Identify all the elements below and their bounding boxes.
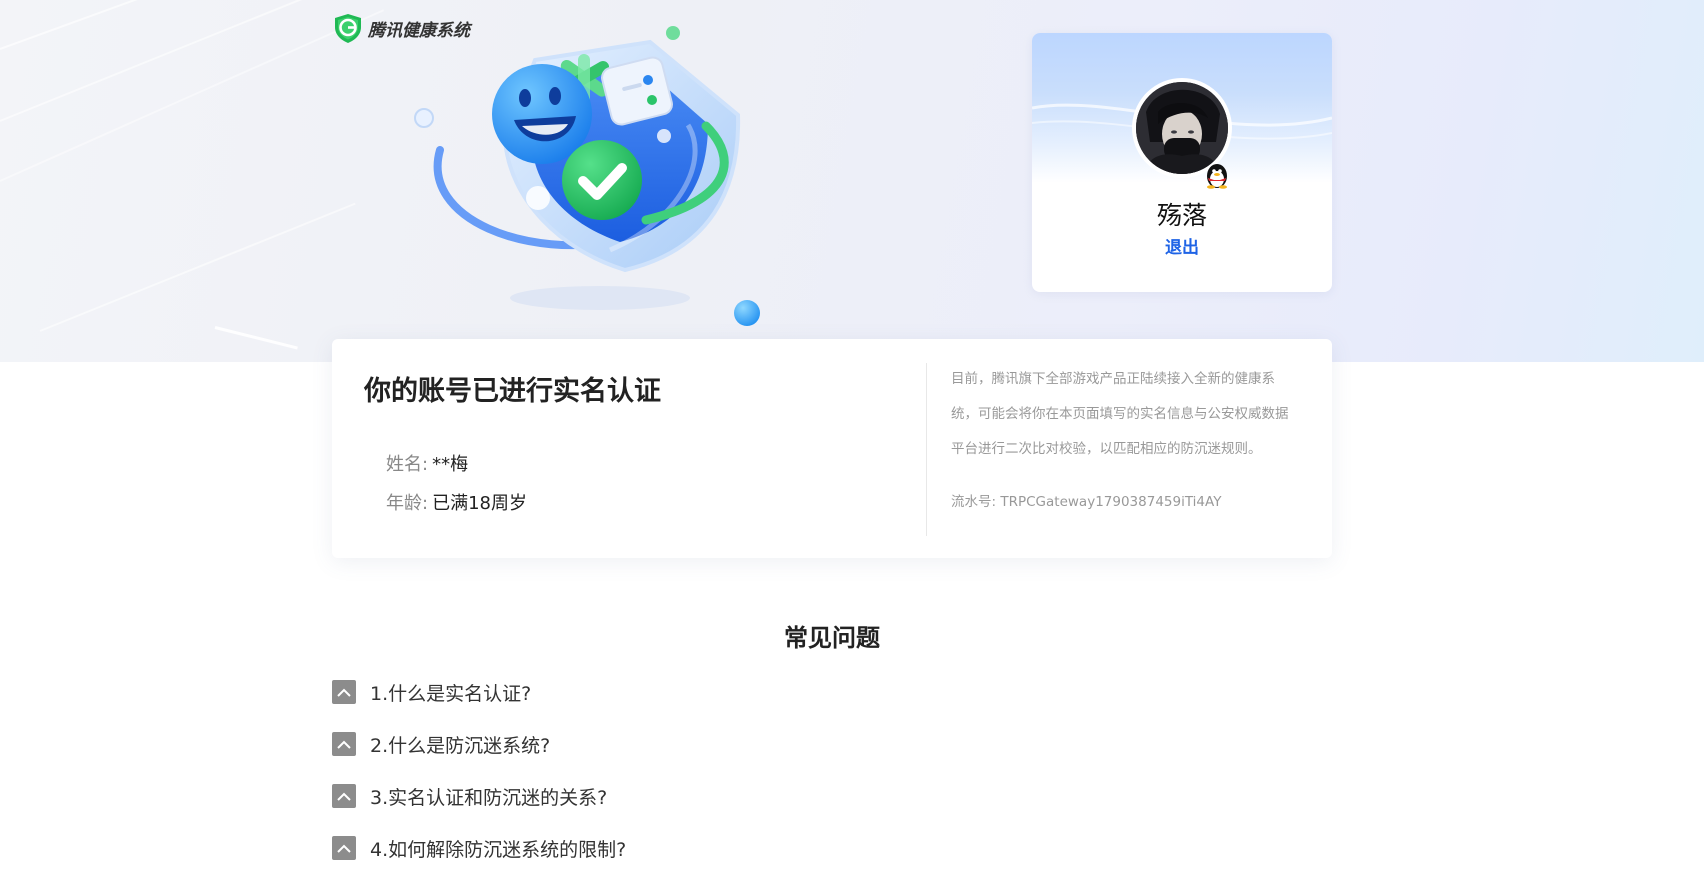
chevron-up-icon[interactable] — [332, 784, 356, 808]
hero-banner: 腾讯健康系统 — [0, 0, 1704, 362]
serial-value: TRPCGateway1790387459iTi4AY — [1000, 494, 1222, 510]
decor-streak — [39, 202, 356, 332]
qq-penguin-icon — [1207, 164, 1227, 189]
verification-title: 你的账号已进行实名认证 — [364, 376, 661, 407]
faq-title: 常见问题 — [784, 624, 880, 652]
faq-item[interactable]: 2.什么是防沉迷系统? — [332, 731, 550, 757]
shield-logo-icon — [335, 14, 361, 43]
age-value: 已满18周岁 — [432, 493, 527, 514]
decor-streak — [0, 0, 335, 122]
age-row: 年龄: 已满18周岁 — [386, 489, 527, 515]
chevron-up-icon[interactable] — [332, 680, 356, 704]
chevron-up-icon[interactable] — [332, 836, 356, 860]
logout-link[interactable]: 退出 — [1032, 233, 1332, 258]
faq-question: 2.什么是防沉迷系统? — [370, 734, 551, 757]
card-divider — [926, 363, 927, 536]
faq-question: 4.如何解除防沉迷系统的限制? — [370, 838, 627, 861]
serial-label: 流水号: — [951, 494, 997, 510]
chevron-up-icon[interactable] — [332, 732, 356, 756]
faq-question: 1.什么是实名认证? — [370, 682, 532, 705]
verification-notice: 目前，腾讯旗下全部游戏产品正陆续接入全新的健康系统，可能会将你在本页面填写的实名… — [951, 371, 1289, 457]
decor-streak — [214, 326, 298, 350]
faq-item[interactable]: 4.如何解除防沉迷系统的限制? — [332, 835, 626, 861]
faq-item[interactable]: 1.什么是实名认证? — [332, 679, 531, 705]
verification-card: 你的账号已进行实名认证 姓名: **梅 年龄: 已满18周岁 目前，腾讯旗下全部游戏… — [332, 339, 1332, 558]
serial-number: 流水号: TRPCGateway1790387459iTi4AY — [951, 490, 1221, 510]
verification-illustration — [414, 26, 760, 326]
age-label: 年龄: — [386, 493, 429, 514]
profile-card: 殇落 退出 — [1032, 33, 1332, 292]
username: 殇落 — [1156, 201, 1207, 230]
faq-question: 3.实名认证和防沉迷的关系? — [370, 786, 608, 809]
name-value: **梅 — [432, 454, 469, 475]
faq-item[interactable]: 3.实名认证和防沉迷的关系? — [332, 783, 607, 809]
name-label: 姓名: — [386, 454, 429, 475]
name-row: 姓名: **梅 — [386, 450, 468, 476]
